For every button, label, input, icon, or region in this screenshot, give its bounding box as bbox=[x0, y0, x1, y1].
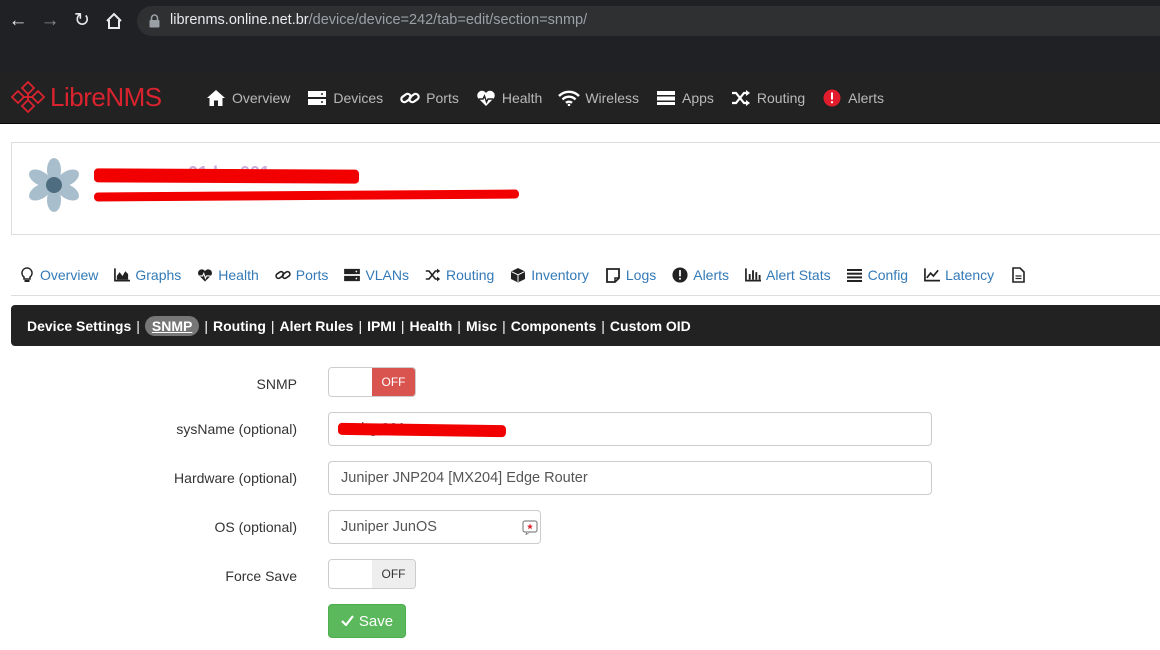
back-icon[interactable]: ← bbox=[7, 10, 29, 32]
tab-routing[interactable]: Routing bbox=[417, 255, 502, 295]
home-icon bbox=[205, 88, 227, 108]
section-alert-rules[interactable]: Alert Rules bbox=[280, 318, 354, 334]
nav-ports[interactable]: Ports bbox=[399, 72, 459, 124]
url-text: librenms.online.net.br/device/device=242… bbox=[170, 12, 588, 28]
redaction-hostname bbox=[93, 168, 360, 184]
check-icon bbox=[341, 613, 354, 629]
lightbulb-icon bbox=[19, 267, 35, 283]
nav-apps[interactable]: Apps bbox=[655, 72, 714, 124]
force-save-label: Force Save bbox=[225, 568, 297, 584]
section-custom-oid[interactable]: Custom OID bbox=[610, 318, 691, 334]
random-icon bbox=[425, 267, 441, 283]
tab-latency[interactable]: Latency bbox=[916, 255, 1002, 295]
tab-inventory[interactable]: Inventory bbox=[502, 255, 597, 295]
tab-alerts[interactable]: Alerts bbox=[664, 255, 737, 295]
section-routing[interactable]: Routing bbox=[213, 318, 266, 334]
tab-notes[interactable] bbox=[1002, 255, 1039, 295]
tab-health[interactable]: Health bbox=[189, 255, 266, 295]
forward-icon[interactable]: → bbox=[39, 10, 61, 32]
section-ipmi[interactable]: IPMI bbox=[367, 318, 396, 334]
address-bar[interactable]: librenms.online.net.br/device/device=242… bbox=[137, 6, 1160, 36]
sysname-label: sysName (optional) bbox=[176, 421, 297, 437]
heartbeat-icon bbox=[197, 267, 213, 283]
device-header-panel: 01 bg 001 bbox=[11, 142, 1160, 235]
snmp-toggle[interactable]: OFF bbox=[328, 367, 416, 397]
tab-logs[interactable]: Logs bbox=[597, 255, 664, 295]
home-button-icon[interactable] bbox=[103, 10, 125, 32]
snmp-label: SNMP bbox=[256, 376, 297, 392]
snmp-toggle-state: OFF bbox=[372, 368, 415, 396]
tab-vlans[interactable]: VLANs bbox=[336, 255, 417, 295]
nav-wireless[interactable]: Wireless bbox=[558, 72, 639, 124]
line-chart-icon bbox=[924, 267, 941, 283]
reload-icon[interactable]: ↻ bbox=[71, 10, 93, 32]
nav-overview[interactable]: Overview bbox=[205, 72, 290, 124]
area-chart-icon bbox=[114, 267, 131, 283]
heartbeat-icon bbox=[475, 88, 497, 108]
save-button[interactable]: Save bbox=[328, 604, 406, 638]
tasks-icon bbox=[655, 88, 677, 108]
force-save-toggle-state: OFF bbox=[372, 560, 415, 588]
section-device-settings[interactable]: Device Settings bbox=[27, 318, 131, 334]
section-snmp[interactable]: SNMP bbox=[144, 315, 200, 336]
toggle-knob bbox=[329, 368, 373, 396]
librenms-logo-icon bbox=[10, 80, 46, 114]
tab-config[interactable]: Config bbox=[839, 255, 916, 295]
juniper-device-logo bbox=[29, 158, 79, 212]
cube-icon bbox=[510, 267, 526, 283]
edit-sections-bar: Device Settings | SNMP | Routing | Alert Ru… bbox=[11, 305, 1160, 346]
wifi-icon bbox=[558, 88, 581, 108]
hardware-label: Hardware (optional) bbox=[174, 470, 297, 486]
librenms-logo[interactable]: LibreNMS bbox=[10, 80, 162, 114]
brand-nms-text: NMS bbox=[105, 81, 162, 112]
section-components[interactable]: Components bbox=[511, 318, 597, 334]
nav-alerts[interactable]: Alerts bbox=[821, 72, 884, 124]
section-health[interactable]: Health bbox=[410, 318, 453, 334]
redaction-hostinfo bbox=[93, 189, 520, 202]
lock-icon bbox=[149, 14, 160, 28]
tab-graphs[interactable]: Graphs bbox=[106, 255, 189, 295]
tab-overview[interactable]: Overview bbox=[11, 255, 106, 295]
toggle-knob bbox=[329, 560, 373, 588]
exclamation-circle-icon bbox=[672, 267, 688, 283]
server-icon bbox=[306, 88, 328, 108]
os-label: OS (optional) bbox=[214, 519, 297, 535]
device-tabs: Overview Graphs Health Ports VLANs Routi… bbox=[11, 255, 1160, 296]
browser-chrome: ← → ↻ librenms.online.net.br/device/devi… bbox=[0, 0, 1160, 72]
app-navbar: LibreNMS Overview Devices Ports Health W… bbox=[0, 72, 1160, 124]
link-icon bbox=[275, 267, 291, 283]
alert-circle-icon bbox=[821, 88, 843, 108]
tab-alert-stats[interactable]: Alert Stats bbox=[737, 255, 839, 295]
redaction-sysname bbox=[337, 422, 507, 438]
force-save-toggle[interactable]: OFF bbox=[328, 559, 416, 589]
os-input[interactable]: Juniper JunOS bbox=[328, 510, 541, 544]
server-icon bbox=[344, 267, 361, 283]
brand-libre-text: Libre bbox=[50, 81, 106, 112]
link-icon bbox=[399, 88, 421, 108]
nav-devices[interactable]: Devices bbox=[306, 72, 383, 124]
bar-chart-icon bbox=[745, 267, 762, 283]
nav-routing[interactable]: Routing bbox=[730, 72, 805, 124]
main-nav: Overview Devices Ports Health Wireless A… bbox=[205, 72, 900, 124]
section-misc[interactable]: Misc bbox=[466, 318, 497, 334]
autocomplete-icon[interactable] bbox=[522, 519, 538, 535]
align-justify-icon bbox=[847, 267, 863, 283]
random-icon bbox=[730, 88, 752, 108]
hardware-input[interactable]: Juniper JNP204 [MX204] Edge Router bbox=[328, 461, 932, 495]
sticky-note-icon bbox=[605, 267, 621, 283]
tab-ports[interactable]: Ports bbox=[267, 255, 337, 295]
file-icon bbox=[1010, 267, 1026, 283]
nav-health[interactable]: Health bbox=[475, 72, 542, 124]
